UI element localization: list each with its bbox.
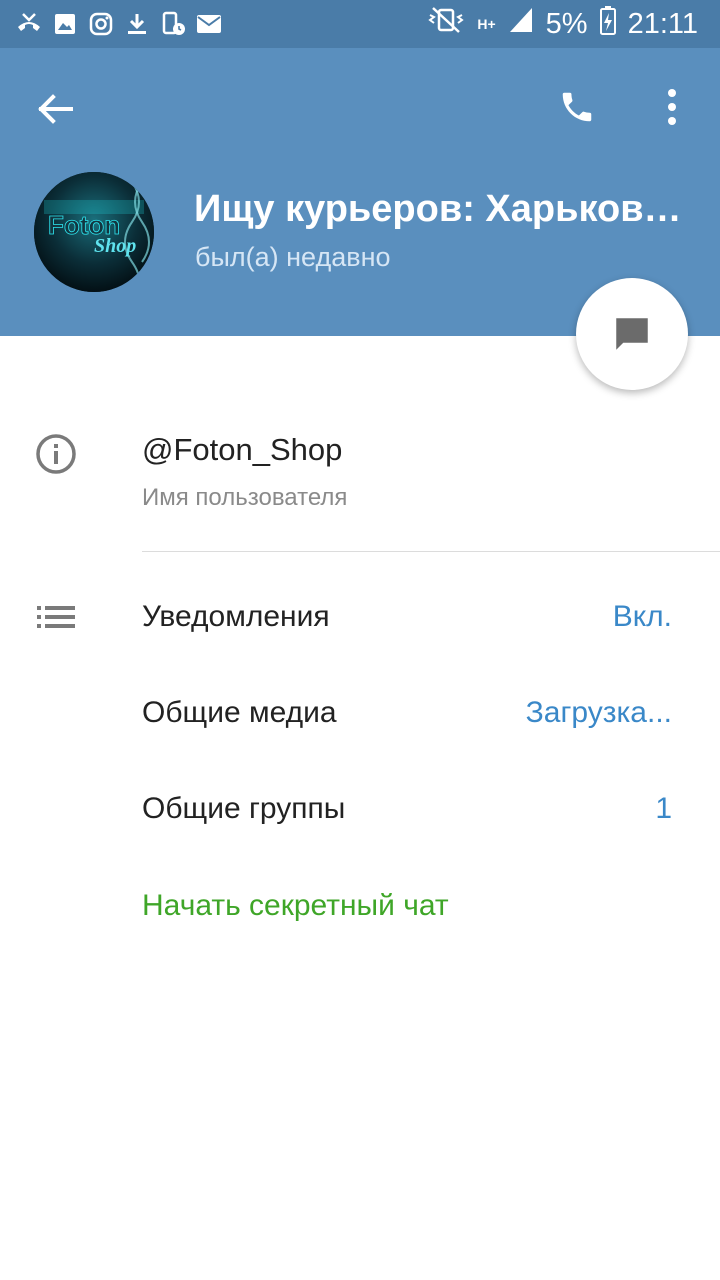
system-status: H+ 5% 21:11 [427, 6, 698, 42]
missed-call-icon [16, 11, 42, 37]
vibrate-icon [427, 6, 465, 42]
notification-icons [16, 8, 222, 40]
shared-groups-row[interactable]: Общие группы 1 [142, 779, 672, 839]
more-options-button[interactable] [652, 82, 692, 132]
signal-icon [508, 6, 534, 42]
instagram-icon [88, 11, 114, 37]
shared-groups-value: 1 [655, 792, 672, 825]
network-type: H+ [477, 16, 496, 32]
avatar[interactable]: Foton Shop [34, 172, 154, 292]
message-icon [616, 318, 648, 350]
start-secret-chat-button[interactable]: Начать секретный чат [142, 876, 449, 936]
info-icon [34, 432, 78, 476]
divider [142, 551, 720, 552]
download-icon [124, 11, 150, 37]
shared-groups-label: Общие группы [142, 792, 346, 825]
chat-title: Ищу курьеров: Харьков… [194, 188, 682, 230]
shared-media-row[interactable]: Общие медиа Загрузка... [142, 683, 672, 743]
mail-icon [196, 11, 222, 37]
shared-media-label: Общие медиа [142, 696, 337, 729]
more-vertical-icon [668, 89, 676, 125]
phone-icon [562, 92, 592, 122]
back-button[interactable] [30, 84, 80, 134]
shared-media-value: Загрузка... [525, 696, 672, 729]
battery-icon [599, 5, 616, 43]
last-seen-status: был(а) недавно [195, 242, 391, 272]
notifications-row[interactable]: Уведомления Вкл. [142, 587, 672, 647]
clock: 21:11 [627, 7, 698, 40]
notifications-label: Уведомления [142, 600, 330, 633]
status-bar: H+ 5% 21:11 [0, 0, 720, 48]
username[interactable]: @Foton_Shop [142, 432, 342, 468]
screenshot-icon [160, 11, 186, 37]
battery-percent: 5% [545, 7, 588, 40]
username-label: Имя пользователя [142, 484, 348, 511]
gallery-icon [52, 11, 78, 37]
avatar-text-shop: Shop [94, 235, 136, 257]
list-icon [36, 602, 76, 632]
send-message-button[interactable] [576, 278, 688, 390]
call-button[interactable] [552, 82, 602, 132]
arrow-back-icon [38, 94, 73, 124]
notifications-value: Вкл. [612, 600, 672, 633]
